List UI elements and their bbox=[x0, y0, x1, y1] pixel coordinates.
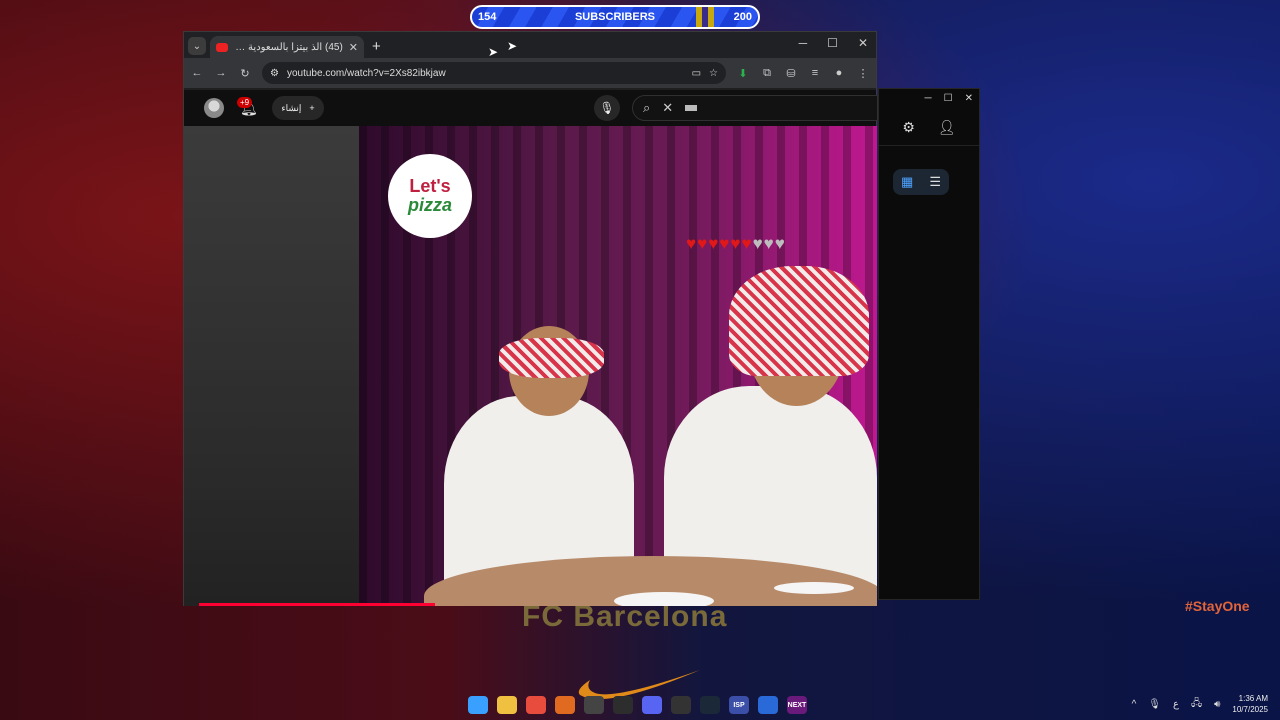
new-tab-button[interactable]: + bbox=[372, 38, 381, 55]
maximize-button[interactable]: ☐ bbox=[827, 36, 838, 50]
browser-window: ⌄ (45) الذ بيتزا بالسعودية 🍕😋 الـ ✕ + ─ … bbox=[183, 31, 878, 606]
voice-search-button[interactable]: 🎙︎ bbox=[594, 95, 620, 121]
network-icon[interactable]: 🖧︎ bbox=[1191, 696, 1202, 713]
user-icon[interactable]: 👤︎ bbox=[938, 119, 956, 136]
subscriber-goal: 200 bbox=[733, 11, 752, 23]
clock-date: 10/7/2025 bbox=[1232, 705, 1268, 714]
video-side-blur bbox=[184, 126, 359, 606]
heart-full-icon: ♥ bbox=[686, 234, 698, 253]
forward-icon[interactable]: → bbox=[214, 67, 228, 79]
search-input[interactable] bbox=[685, 105, 698, 111]
obs-icon[interactable] bbox=[584, 696, 604, 714]
grid-view-icon[interactable]: ▦ bbox=[901, 174, 913, 190]
taskbar-apps: ISP NEXT bbox=[468, 696, 807, 714]
youtube-favicon-icon bbox=[216, 42, 228, 52]
subscriber-current: 154 bbox=[478, 11, 497, 23]
system-tray: ^ 🎙︎ ع 🖧︎ 🔊︎ 1:36 AM 10/7/2025 bbox=[1132, 693, 1268, 715]
mouse-cursor-icon: ➤ bbox=[488, 45, 499, 59]
tab-search-button[interactable]: ⌄ bbox=[188, 37, 206, 55]
github-icon[interactable] bbox=[671, 696, 691, 714]
heart-empty-icon: ♥ bbox=[752, 234, 764, 253]
tab-close-button[interactable]: ✕ bbox=[349, 41, 358, 54]
maximize-button[interactable]: ☐ bbox=[944, 93, 953, 104]
microphone-icon[interactable]: 🎙︎ bbox=[1148, 699, 1161, 710]
next-app-icon[interactable]: NEXT bbox=[787, 696, 807, 714]
heart-full-icon: ♥ bbox=[730, 234, 742, 253]
microphone-icon: 🎙︎ bbox=[599, 101, 615, 115]
kebab-menu-icon[interactable]: ⋮ bbox=[856, 67, 870, 80]
minimize-button[interactable]: ─ bbox=[925, 93, 932, 104]
tab-title: (45) الذ بيتزا بالسعودية 🍕😋 الـ bbox=[234, 41, 343, 53]
gear-icon[interactable]: ⚙ bbox=[902, 119, 915, 136]
notification-badge: +9 bbox=[237, 97, 253, 108]
download-icon[interactable]: ⬇ bbox=[736, 67, 750, 80]
artifact-app-icon[interactable] bbox=[555, 696, 575, 714]
plus-icon: + bbox=[309, 103, 315, 113]
incognito-icon[interactable]: ⛁ bbox=[784, 67, 798, 80]
taskbar: ISP NEXT ^ 🎙︎ ع 🖧︎ 🔊︎ 1:36 AM 10/7/2025 bbox=[0, 690, 1280, 720]
search-icon: ⌕ bbox=[643, 100, 651, 115]
cast-icon[interactable]: ▭ bbox=[692, 68, 701, 79]
isp-app-icon[interactable]: ISP bbox=[729, 696, 749, 714]
site-info-icon[interactable]: ⚙ bbox=[270, 68, 279, 79]
close-window-button[interactable]: ✕ bbox=[965, 93, 973, 104]
tab-strip: ⌄ (45) الذ بيتزا بالسعودية 🍕😋 الـ ✕ + ─ … bbox=[184, 32, 876, 58]
chrome-icon[interactable] bbox=[526, 696, 546, 714]
side-window-controls: ─ ☐ ✕ bbox=[925, 93, 973, 104]
video-progress-bar[interactable] bbox=[199, 603, 435, 606]
profile-avatar-icon[interactable]: ● bbox=[832, 67, 846, 79]
list-view-icon[interactable]: ☰ bbox=[929, 174, 941, 190]
heart-empty-icon: ♥ bbox=[774, 234, 786, 253]
search-box[interactable]: ⌕ ✕ bbox=[632, 95, 878, 121]
reload-icon[interactable]: ↻ bbox=[238, 67, 252, 80]
lets-pizza-logo: Let's pizza bbox=[388, 154, 472, 238]
wallpaper-hashtag: #StayOne bbox=[1185, 598, 1250, 614]
mouse-cursor-icon: ➤ bbox=[507, 39, 518, 53]
heart-full-icon: ♥ bbox=[697, 234, 709, 253]
heart-full-icon: ♥ bbox=[719, 234, 731, 253]
minimize-button[interactable]: ─ bbox=[799, 36, 808, 50]
url-text[interactable]: youtube.com/watch?v=2Xs82ibkjaw bbox=[287, 68, 684, 79]
back-icon[interactable]: ← bbox=[190, 67, 204, 79]
media-queue-icon[interactable]: ≡ bbox=[808, 67, 822, 79]
subscriber-label: SUBSCRIBERS bbox=[574, 11, 656, 23]
subscriber-goal-bar: 154 SUBSCRIBERS 200 bbox=[470, 5, 760, 29]
steam-icon[interactable] bbox=[700, 696, 720, 714]
volume-icon[interactable]: 🔊︎ bbox=[1214, 699, 1220, 710]
browser-toolbar: ← → ↻ ⚙ youtube.com/watch?v=2Xs82ibkjaw … bbox=[184, 58, 876, 88]
view-toggle: ▦ ☰ bbox=[893, 169, 949, 195]
youtube-header: 🔔︎ +9 إنشاء + 🎙︎ ⌕ ✕ bbox=[184, 90, 878, 126]
person-right-shemagh bbox=[729, 266, 869, 376]
extensions-icon[interactable]: ⧉ bbox=[760, 67, 774, 80]
address-bar[interactable]: ⚙ youtube.com/watch?v=2Xs82ibkjaw ▭ ☆ bbox=[262, 62, 726, 84]
video-player[interactable]: Let's pizza ♥♥♥♥♥♥♥♥♥ bbox=[184, 126, 877, 606]
terminal-icon[interactable] bbox=[613, 696, 633, 714]
windows-start-icon[interactable] bbox=[468, 696, 488, 714]
window-controls: ─ ☐ ✕ bbox=[799, 36, 868, 50]
file-explorer-icon[interactable] bbox=[497, 696, 517, 714]
create-button[interactable]: إنشاء + bbox=[272, 96, 324, 120]
clock[interactable]: 1:36 AM 10/7/2025 bbox=[1232, 693, 1268, 715]
create-label: إنشاء bbox=[281, 102, 302, 113]
heart-empty-icon: ♥ bbox=[763, 234, 775, 253]
plate bbox=[614, 592, 714, 606]
cc-app-icon[interactable] bbox=[758, 696, 778, 714]
goal-bar-fill bbox=[696, 7, 714, 27]
chevron-down-icon: ⌄ bbox=[192, 40, 202, 52]
close-window-button[interactable]: ✕ bbox=[858, 36, 868, 50]
input-language[interactable]: ع bbox=[1173, 699, 1179, 710]
chevron-up-icon[interactable]: ^ bbox=[1132, 699, 1137, 710]
bookmark-star-icon[interactable]: ☆ bbox=[709, 68, 718, 79]
account-avatar[interactable] bbox=[204, 98, 224, 118]
heart-full-icon: ♥ bbox=[741, 234, 753, 253]
heart-full-icon: ♥ bbox=[708, 234, 720, 253]
discord-icon[interactable] bbox=[642, 696, 662, 714]
clock-time: 1:36 AM bbox=[1238, 694, 1268, 703]
tab-youtube[interactable]: (45) الذ بيتزا بالسعودية 🍕😋 الـ ✕ bbox=[210, 36, 364, 58]
hearts-meter: ♥♥♥♥♥♥♥♥♥ bbox=[686, 234, 786, 254]
plate bbox=[774, 582, 854, 594]
side-app-window: ─ ☐ ✕ ⚙ 👤︎ ▦ ☰ bbox=[878, 88, 980, 600]
clear-search-button[interactable]: ✕ bbox=[662, 100, 673, 116]
person-left-blindfold bbox=[499, 338, 604, 378]
